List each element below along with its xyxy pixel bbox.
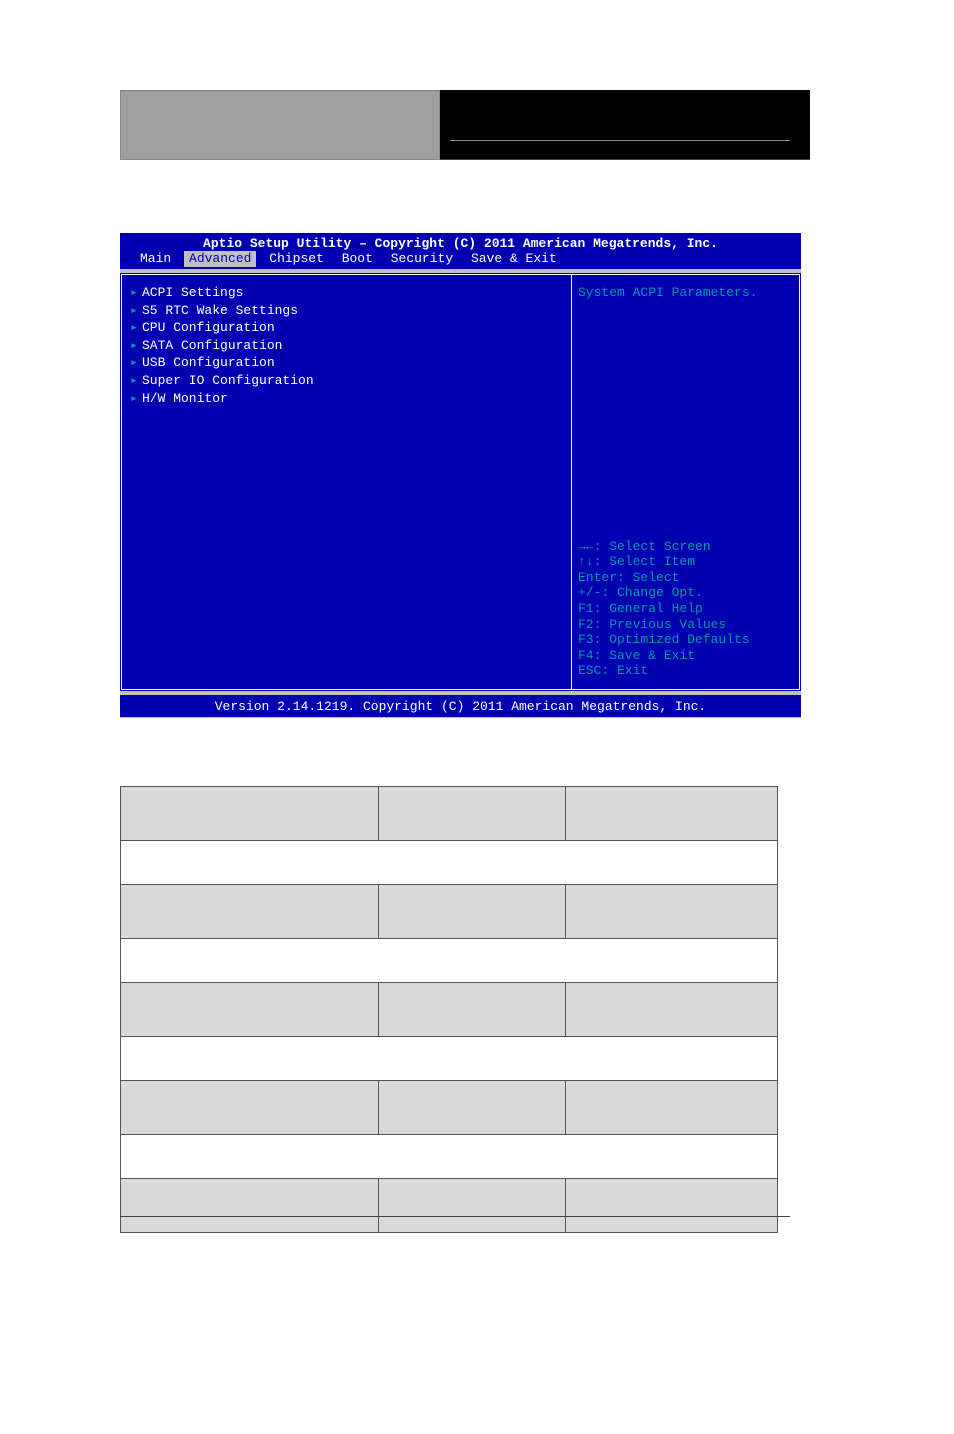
table-cell	[121, 1037, 778, 1081]
menu-usb-config[interactable]: ▸USB Configuration	[130, 355, 563, 371]
header-left-block	[120, 90, 440, 160]
table-cell	[378, 983, 566, 1037]
arrow-icon: ▸	[130, 320, 142, 336]
menu-cpu-config[interactable]: ▸CPU Configuration	[130, 320, 563, 336]
help-key-line: ↑↓: Select Item	[578, 554, 793, 570]
tab-boot[interactable]: Boot	[337, 251, 378, 267]
help-keys: →←: Select Screen ↑↓: Select Item Enter:…	[578, 539, 793, 679]
table-row	[121, 1135, 778, 1179]
menu-super-io[interactable]: ▸Super IO Configuration	[130, 373, 563, 389]
table-cell	[566, 885, 778, 939]
table-row	[121, 885, 778, 939]
tab-chipset[interactable]: Chipset	[264, 251, 329, 267]
tab-security[interactable]: Security	[386, 251, 458, 267]
help-key-line: ESC: Exit	[578, 663, 793, 679]
help-key-line: F1: General Help	[578, 601, 793, 617]
arrow-icon: ▸	[130, 285, 142, 301]
table-cell	[378, 885, 566, 939]
bios-help-panel: System ACPI Parameters. →←: Select Scree…	[571, 274, 800, 690]
menu-sata-config[interactable]: ▸SATA Configuration	[130, 338, 563, 354]
bios-menu-panel: ▸ACPI Settings ▸S5 RTC Wake Settings ▸CP…	[121, 274, 571, 690]
bios-tab-bar: Main Advanced Chipset Boot Security Save…	[120, 251, 801, 269]
bios-body: ▸ACPI Settings ▸S5 RTC Wake Settings ▸CP…	[120, 273, 801, 691]
table-cell	[566, 983, 778, 1037]
help-key-line: F3: Optimized Defaults	[578, 632, 793, 648]
arrow-icon: ▸	[130, 338, 142, 354]
menu-s5-rtc-wake[interactable]: ▸S5 RTC Wake Settings	[130, 303, 563, 319]
table-cell	[566, 787, 778, 841]
bios-setup-screenshot: Aptio Setup Utility – Copyright (C) 2011…	[120, 233, 801, 718]
table-cell	[566, 1179, 778, 1233]
table-cell	[378, 1179, 566, 1233]
table-cell	[566, 1081, 778, 1135]
help-description: System ACPI Parameters.	[578, 285, 793, 301]
arrow-icon: ▸	[130, 391, 142, 407]
tab-main[interactable]: Main	[135, 251, 176, 267]
table-cell	[378, 787, 566, 841]
table-row	[121, 983, 778, 1037]
bios-footer: Version 2.14.1219. Copyright (C) 2011 Am…	[120, 695, 801, 717]
settings-table	[120, 786, 778, 1233]
document-header	[120, 90, 810, 160]
arrow-icon: ▸	[130, 373, 142, 389]
tab-save-exit[interactable]: Save & Exit	[466, 251, 562, 267]
table-cell	[121, 1135, 778, 1179]
footer-divider	[120, 1216, 790, 1217]
help-key-line: +/-: Change Opt.	[578, 585, 793, 601]
table-row	[121, 1081, 778, 1135]
table-cell	[121, 787, 379, 841]
table-row	[121, 1037, 778, 1081]
tab-advanced[interactable]: Advanced	[184, 251, 256, 267]
help-key-line: F2: Previous Values	[578, 617, 793, 633]
table-cell	[378, 1081, 566, 1135]
table-cell	[121, 939, 778, 983]
table-cell	[121, 1179, 379, 1233]
header-right-block	[440, 90, 810, 160]
help-key-line: →←: Select Screen	[578, 539, 793, 555]
table-row	[121, 1179, 778, 1233]
table-row	[121, 787, 778, 841]
menu-acpi-settings[interactable]: ▸ACPI Settings	[130, 285, 563, 301]
table-cell	[121, 1081, 379, 1135]
table-cell	[121, 983, 379, 1037]
arrow-icon: ▸	[130, 355, 142, 371]
help-key-line: F4: Save & Exit	[578, 648, 793, 664]
menu-hw-monitor[interactable]: ▸H/W Monitor	[130, 391, 563, 407]
table-cell	[121, 885, 379, 939]
bios-title: Aptio Setup Utility – Copyright (C) 2011…	[120, 233, 801, 251]
table-row	[121, 939, 778, 983]
table-cell	[121, 841, 778, 885]
table-row	[121, 841, 778, 885]
arrow-icon: ▸	[130, 303, 142, 319]
help-key-line: Enter: Select	[578, 570, 793, 586]
